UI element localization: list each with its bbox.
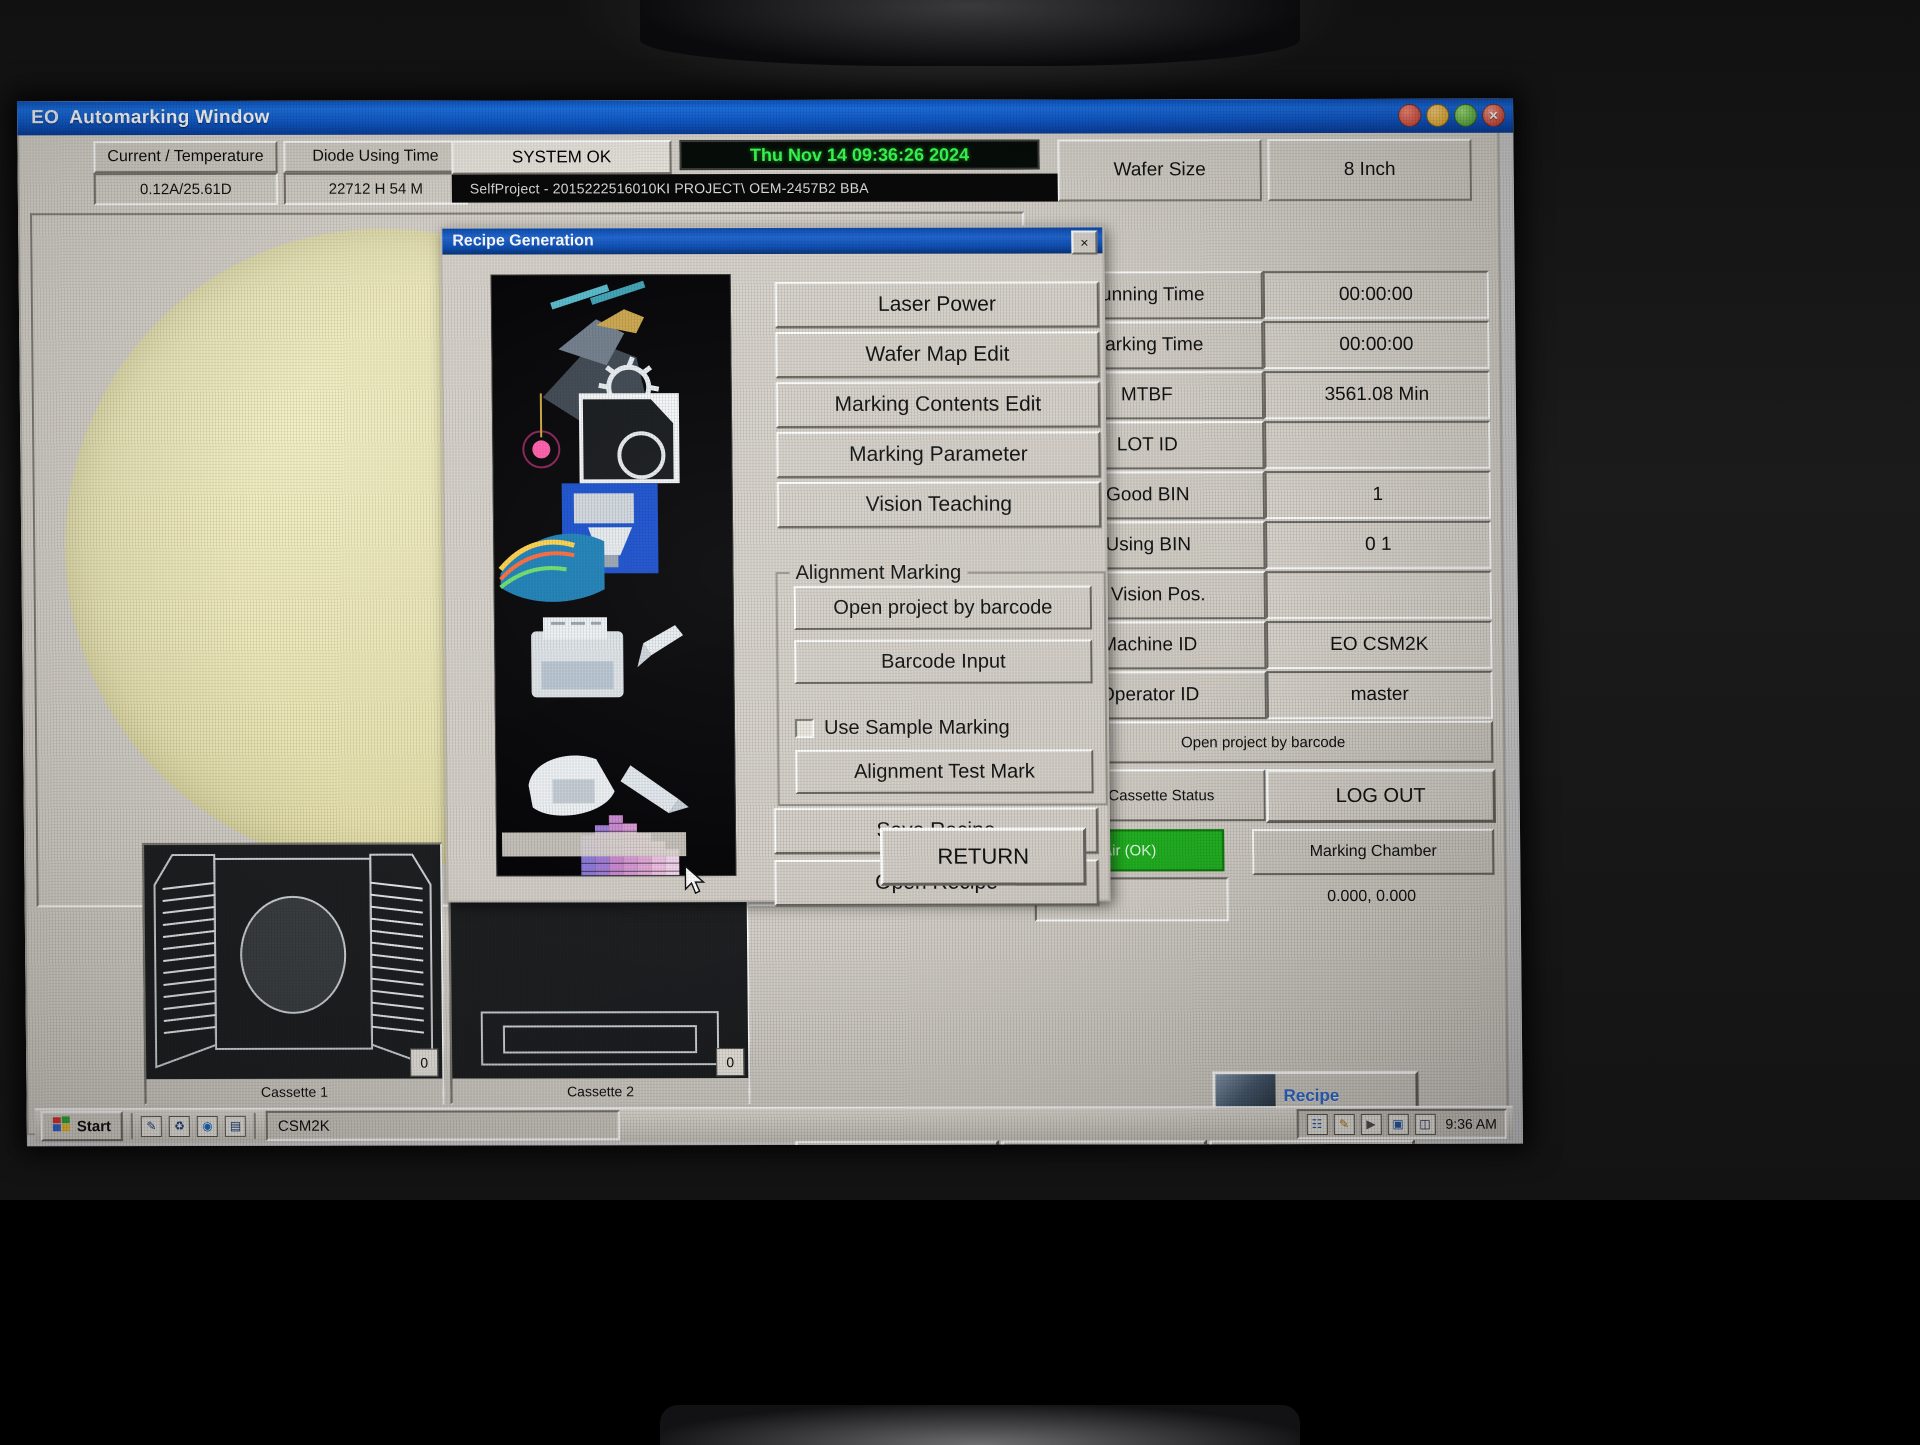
wafer-size-value: 8 Inch (1267, 139, 1472, 201)
machine-id-value: EO CSM2K (1266, 621, 1492, 669)
cassette-2-label: Cassette 2 (452, 1078, 748, 1105)
diode-using-time-value: 22712 H 54 M (284, 173, 468, 205)
cassette-2-count: 0 (716, 1048, 744, 1076)
start-label: Start (77, 1118, 111, 1135)
r-vision-pos-value (1266, 571, 1492, 619)
current-temperature-value: 0.12A/25.61D (94, 173, 278, 205)
running-time-value: 00:00:00 (1263, 271, 1489, 319)
photo-lower-dark-area (0, 1200, 1920, 1440)
browser-icon[interactable]: ◉ (197, 1115, 218, 1136)
window-title-text: Automarking Window (69, 107, 270, 129)
diode-using-time-label: Diode Using Time (283, 141, 467, 173)
dialog-close-icon[interactable]: × (1071, 230, 1097, 254)
laser-power-button[interactable]: Laser Power (775, 281, 1099, 328)
mouse-cursor-icon (683, 865, 707, 897)
note-icon[interactable]: ✎ (141, 1116, 162, 1137)
product-montage-image (491, 274, 737, 876)
tray-clock: 9:36 AM (1445, 1116, 1497, 1132)
cassette-1-view[interactable]: 0 Cassette 1 (142, 843, 445, 1106)
window-control-buttons: ✕ (1398, 104, 1505, 127)
calculator-icon[interactable]: ▤ (225, 1115, 246, 1136)
window-title-bar: EO Automarking Window ✕ (17, 99, 1513, 136)
dialog-title-bar: Recipe Generation (442, 227, 1102, 254)
good-bin-value: 1 (1265, 471, 1491, 519)
current-temperature-label: Current / Temperature (93, 141, 277, 173)
marking-parameter-button[interactable]: Marking Parameter (776, 431, 1100, 478)
dialog-image-overlay-strip (502, 832, 686, 856)
close-icon[interactable]: ✕ (1482, 104, 1505, 127)
windows-flag-icon (53, 1116, 71, 1136)
bezel-top-shadow (640, 0, 1300, 66)
wafer-map-edit-button[interactable]: Wafer Map Edit (775, 331, 1099, 378)
taskbar-task-button[interactable]: CSM2K (266, 1110, 620, 1141)
coordinate-readout: 0.000, 0.000 (1252, 877, 1490, 917)
monitor-icon[interactable]: ◫ (1414, 1113, 1435, 1134)
quick-launch-bar: ✎ ♻ ◉ ▤ (131, 1113, 256, 1139)
system-status-indicator: SYSTEM OK (451, 140, 671, 174)
restore-icon[interactable] (1454, 104, 1477, 127)
display-icon[interactable]: ▣ (1387, 1113, 1408, 1134)
barcode-input-button[interactable]: Barcode Input (794, 639, 1092, 684)
operator-id-value: master (1266, 671, 1492, 719)
maximize-icon[interactable] (1426, 104, 1449, 127)
minimize-icon[interactable] (1398, 104, 1421, 127)
using-bin-value: 0 1 (1265, 521, 1491, 569)
marking-chamber-button[interactable]: Marking Chamber (1252, 829, 1494, 875)
usb-icon[interactable]: ▶ (1360, 1113, 1381, 1134)
lot-id-value[interactable] (1264, 421, 1490, 469)
start-button[interactable]: Start (41, 1111, 123, 1141)
trash-icon[interactable]: ♻ (169, 1115, 190, 1136)
network-icon[interactable]: ☷ (1306, 1114, 1327, 1135)
marking-time-value: 00:00:00 (1263, 321, 1489, 369)
top-status-strip: Current / Temperature 0.12A/25.61D Diode… (27, 139, 1484, 206)
use-sample-marking-label: Use Sample Marking (824, 716, 1010, 739)
dialog-title-text: Recipe Generation (452, 232, 594, 250)
photo-desk-glow (660, 1405, 1300, 1445)
marking-contents-edit-button[interactable]: Marking Contents Edit (776, 381, 1100, 428)
project-path-display: SelfProject - 2015222516010KI PROJECT\ O… (452, 173, 1092, 202)
mtbf-value: 3561.08 Min (1264, 371, 1490, 419)
pen-icon[interactable]: ✎ (1333, 1113, 1354, 1134)
logout-button[interactable]: LOG OUT (1265, 769, 1496, 823)
open-project-by-barcode-button[interactable]: Open project by barcode (794, 585, 1092, 630)
recipe-generation-dialog: Recipe Generation × (440, 225, 1111, 902)
use-sample-marking-row[interactable]: Use Sample Marking (795, 711, 1089, 744)
app-logo-text: EO (31, 107, 59, 129)
system-clock: Thu Nov 14 09:36:26 2024 (679, 140, 1039, 171)
montage-graphic (492, 275, 736, 875)
photograph-of-monitor: EO Automarking Window ✕ Current / Temper… (0, 0, 1920, 1440)
alignment-test-mark-button[interactable]: Alignment Test Mark (795, 749, 1093, 794)
monitor-screen: EO Automarking Window ✕ Current / Temper… (17, 99, 1523, 1147)
cassette-1-label: Cassette 1 (146, 1079, 442, 1106)
return-button[interactable]: RETURN (880, 827, 1087, 885)
use-sample-marking-checkbox[interactable] (795, 718, 814, 737)
cassette-1-count: 0 (410, 1049, 438, 1077)
system-tray: ☷ ✎ ▶ ▣ ◫ 9:36 AM (1296, 1109, 1507, 1139)
vision-teaching-button[interactable]: Vision Teaching (777, 481, 1101, 528)
alignment-marking-group-title: Alignment Marking (789, 562, 967, 585)
cassette-1-graphic (144, 845, 442, 1078)
taskbar: Start ✎ ♻ ◉ ▤ CSM2K ☷ ✎ ▶ ▣ ◫ 9:36 AM (35, 1106, 1513, 1143)
wafer-size-label: Wafer Size (1057, 139, 1262, 201)
